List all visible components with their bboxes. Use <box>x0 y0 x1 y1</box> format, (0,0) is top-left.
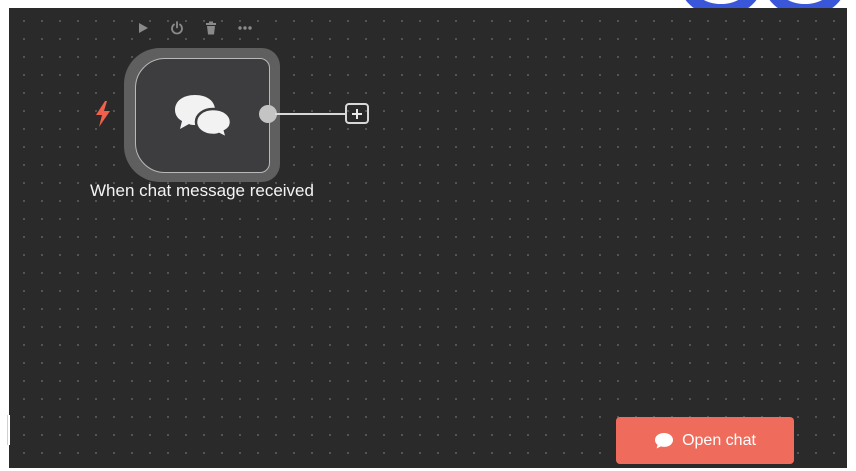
plus-icon <box>352 108 362 119</box>
chat-bubbles-icon <box>174 94 232 139</box>
play-icon[interactable] <box>135 20 151 36</box>
more-icon[interactable] <box>237 20 253 36</box>
trigger-node[interactable] <box>135 58 270 173</box>
open-chat-label: Open chat <box>682 431 756 449</box>
connector-line <box>275 113 345 115</box>
add-node-button[interactable] <box>345 103 369 124</box>
app-frame: When chat message received Open chat <box>0 0 856 471</box>
power-icon[interactable] <box>169 20 185 36</box>
workflow-canvas[interactable]: When chat message received <box>9 8 847 468</box>
open-chat-button[interactable]: Open chat <box>616 417 794 464</box>
lightning-bolt-icon <box>94 101 112 132</box>
left-edge-marker <box>7 415 10 445</box>
trigger-node-label: When chat message received <box>90 181 314 200</box>
trash-icon[interactable] <box>203 20 219 36</box>
node-toolbar <box>135 20 253 36</box>
chat-bubble-icon <box>655 433 674 449</box>
